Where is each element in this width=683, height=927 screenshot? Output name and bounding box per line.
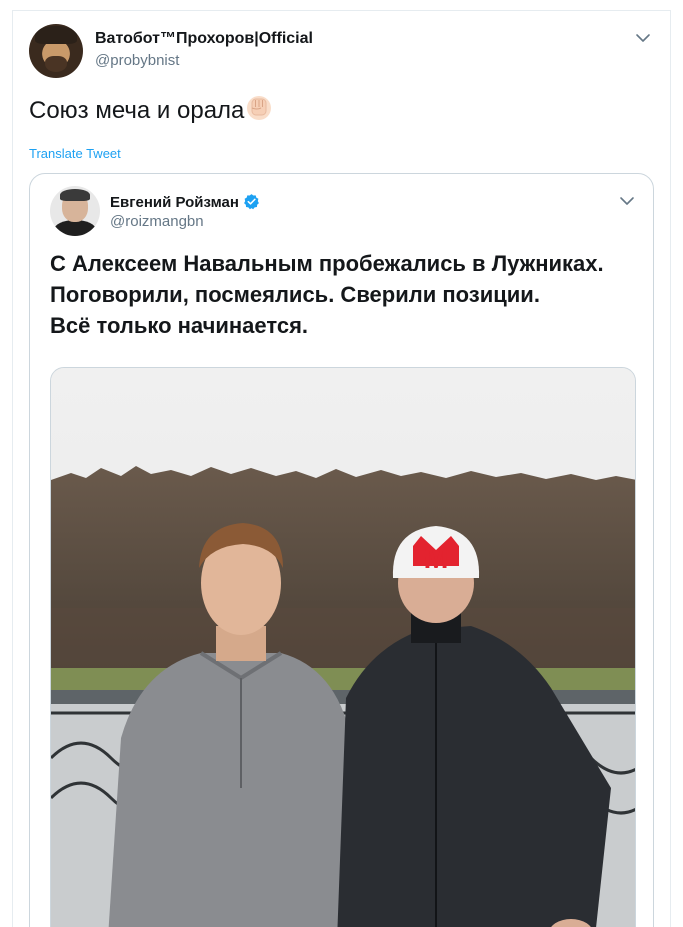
right-border [670,10,671,927]
quoted-author-handle[interactable]: @roizmangbn [110,213,204,230]
quoted-tweet-card[interactable]: Евгений Ройзман @roizmangbn С Алексеем Н… [29,173,654,927]
quoted-tweet-text: С Алексеем Навальным пробежались в Лужни… [50,248,640,341]
tweet-text-content: Союз меча и орала [29,97,245,124]
author-handle[interactable]: @probybnist [95,52,179,69]
quoted-text-line: Поговорили, посмеялись. Сверили позиции. [50,282,540,307]
top-divider [12,10,671,11]
author-display-name[interactable]: Ватобот™Прохоров|Official [95,30,313,48]
chevron-down-icon[interactable] [635,30,651,46]
translate-tweet-link[interactable]: Translate Tweet [29,146,121,161]
tweet-text: Союз меча и орала [29,92,274,125]
cap-logo-letter: M [424,542,449,575]
tweet-page: Ватобот™Прохоров|Official @probybnist Со… [0,0,683,927]
quoted-text-line: С Алексеем Навальным пробежались в Лужни… [50,251,604,276]
quoted-text-line: Всё только начинается. [50,313,309,338]
author-avatar[interactable] [29,24,83,78]
raised-fist-emoji-icon [247,96,272,120]
quoted-author-name-text: Евгений Ройзман [110,194,239,211]
quoted-tweet-photo[interactable]: M [50,367,636,927]
verified-badge-icon [243,194,259,210]
chevron-down-icon[interactable] [619,193,635,209]
left-border [12,10,13,927]
quoted-author-name[interactable]: Евгений Ройзман [110,193,260,211]
quoted-author-avatar[interactable] [50,186,100,236]
photo-illustration: M [51,368,635,927]
